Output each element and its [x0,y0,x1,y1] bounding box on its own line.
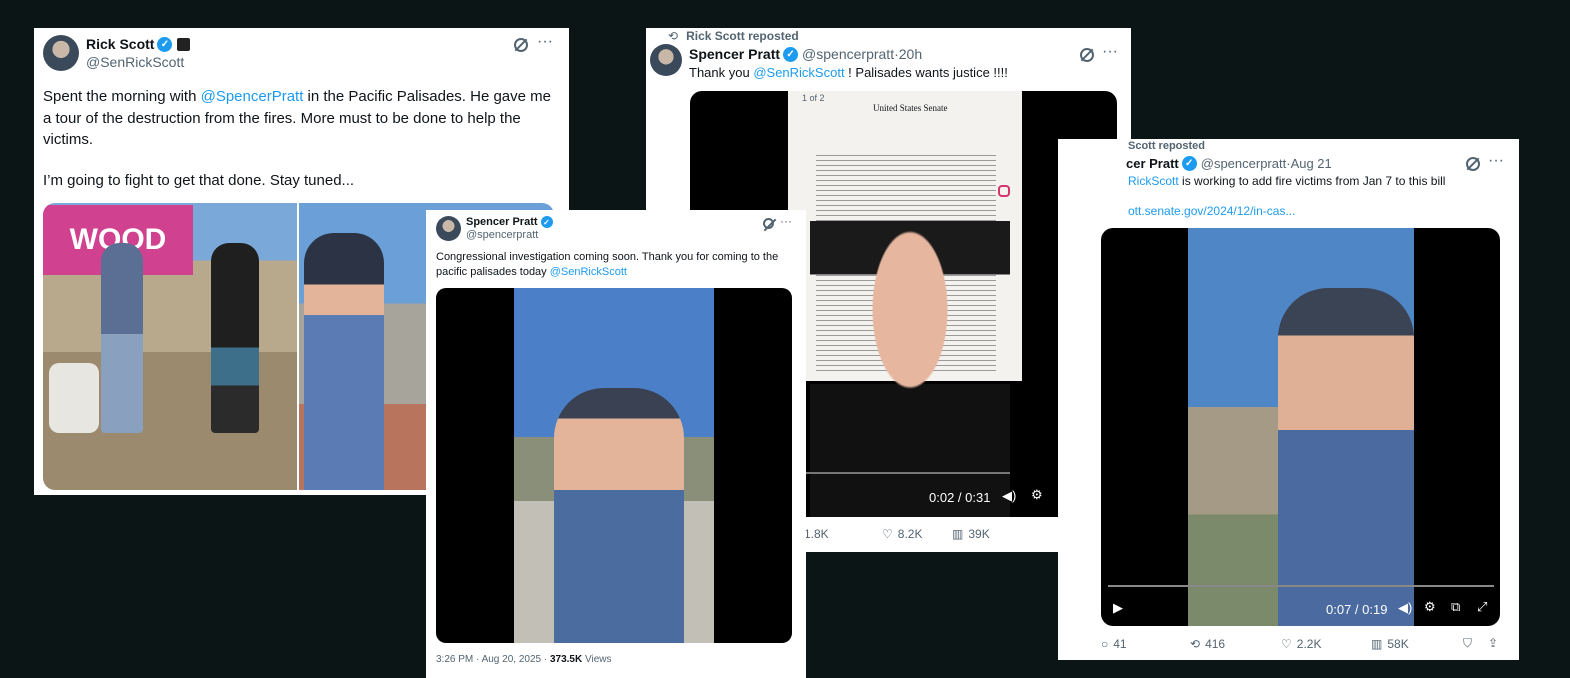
sandbags [49,363,99,433]
reply-count[interactable]: 1.8K [804,527,829,541]
affiliation-badge-icon [177,37,191,51]
page-indicator: 1 of 2 [802,93,825,103]
video-frame [1188,228,1414,626]
bookmark-icon[interactable]: ⛉ [1463,636,1472,651]
person-figure [554,388,684,643]
video-time: 0:07 / 0:19 [1326,602,1388,617]
like-button[interactable]: ♡ 8.2K [882,527,922,541]
tweet-text: RickScott is working to add fire victims… [1128,174,1446,188]
more-icon[interactable]: ··· [537,33,553,51]
tweet-card-spencer-pratt: Spencer Pratt ✓ @spencerpratt ··· Congre… [426,210,806,678]
play-icon[interactable]: ▶ [1113,600,1123,616]
verified-icon: ✓ [157,36,173,52]
tweet-card-spencer-repost-2: Scott reposted cer Pratt ✓ @spencerpratt… [1058,139,1519,660]
grok-icon[interactable] [1080,48,1094,62]
fullscreen-icon[interactable]: ⤢ [1477,599,1487,615]
tweet-text: Congressional investigation coming soon.… [436,251,779,278]
views-button[interactable]: ▥ 58K [1371,637,1409,651]
tweet-meta: 3:26 PM · Aug 20, 2025 · 373.5K Views [436,654,612,665]
repost-icon: ⟲ [1190,637,1201,651]
author-handle[interactable]: @spencerpratt [802,46,894,62]
video-player[interactable]: ▶ 0:07 / 0:19 ◀) ⚙ ⧉ ⤢ [1101,228,1500,626]
person-figure [1278,288,1414,626]
settings-icon[interactable]: ⚙ [1424,599,1436,615]
person-figure [304,233,384,490]
repost-label: ⟲ Rick Scott reposted [668,29,799,43]
heart-icon: ♡ [1281,637,1292,651]
pip-icon[interactable]: ⧉ [1451,599,1460,615]
avatar[interactable] [436,216,461,241]
verified-icon: ✓ [540,216,553,228]
letterhead: United States Senate [873,103,948,113]
video-player[interactable] [436,288,792,643]
grok-icon[interactable] [763,218,774,229]
progress-bar[interactable] [1108,585,1494,587]
like-button[interactable]: ♡ 2.2K [1281,637,1321,651]
more-icon[interactable]: ··· [1488,152,1504,170]
mention-link[interactable]: @SenRickScott [753,65,844,80]
views-button[interactable]: ▥ 39K [952,527,990,541]
url-link[interactable]: ott.senate.gov/2024/12/in-cas... [1128,204,1295,218]
timestamp[interactable]: 20h [899,46,922,62]
video-frame [514,288,714,643]
verified-icon: ✓ [1181,156,1197,171]
views-icon: ▥ [1371,637,1383,651]
mention-link[interactable]: @SenRickScott [550,266,627,278]
reply-icon: ○ [1101,637,1109,651]
avatar[interactable] [43,35,79,71]
author-name[interactable]: cer Pratt [1126,156,1179,171]
repost-label: Scott reposted [1128,140,1206,152]
timestamp[interactable]: Aug 21 [1291,156,1332,171]
author-handle[interactable]: @spencerpratt [466,229,553,241]
grok-icon[interactable] [1466,157,1480,171]
timestamp[interactable]: 3:26 PM · Aug 20, 2025 · [436,654,550,665]
instagram-icon [998,185,1010,197]
more-icon[interactable]: ··· [1102,43,1118,61]
share-icon[interactable]: ⇪ [1488,636,1498,650]
photo-1[interactable]: WOOD [43,203,297,490]
author-name[interactable]: Spencer Pratt [466,216,538,228]
author-name[interactable]: Rick Scott [86,36,154,52]
volume-icon[interactable]: ◀) [1002,488,1016,504]
tweet-text: Thank you @SenRickScott ! Palisades want… [689,65,1008,80]
views-icon: ▥ [952,527,964,541]
video-time: 0:02 / 0:31 [929,490,991,505]
tweet-text: Spent the morning with @SpencerPratt in … [43,88,551,148]
volume-icon[interactable]: ◀) [1398,600,1412,616]
person-figure [101,243,143,433]
views-count: 373.5K [549,654,583,665]
avatar[interactable] [650,44,682,76]
more-icon[interactable]: ··· [780,214,792,228]
grok-icon[interactable] [514,38,528,52]
progress-bar[interactable] [802,472,1010,474]
repost-button[interactable]: ⟲ 416 [1190,637,1225,651]
tweet-text-2: I’m going to fight to get that done. Sta… [43,172,355,189]
verified-icon: ✓ [783,46,799,62]
mention-link[interactable]: @SpencerPratt [201,88,304,105]
mention-link[interactable]: RickScott [1128,174,1179,188]
settings-icon[interactable]: ⚙ [1031,487,1043,503]
author-handle[interactable]: @SenRickScott [86,54,190,70]
author-handle[interactable]: @spencerpratt [1201,156,1286,171]
heart-icon: ♡ [882,527,893,541]
person-figure [211,243,259,433]
reply-button[interactable]: ○ 41 [1101,637,1127,651]
author-name[interactable]: Spencer Pratt [689,46,780,62]
repost-icon: ⟲ [668,29,679,43]
